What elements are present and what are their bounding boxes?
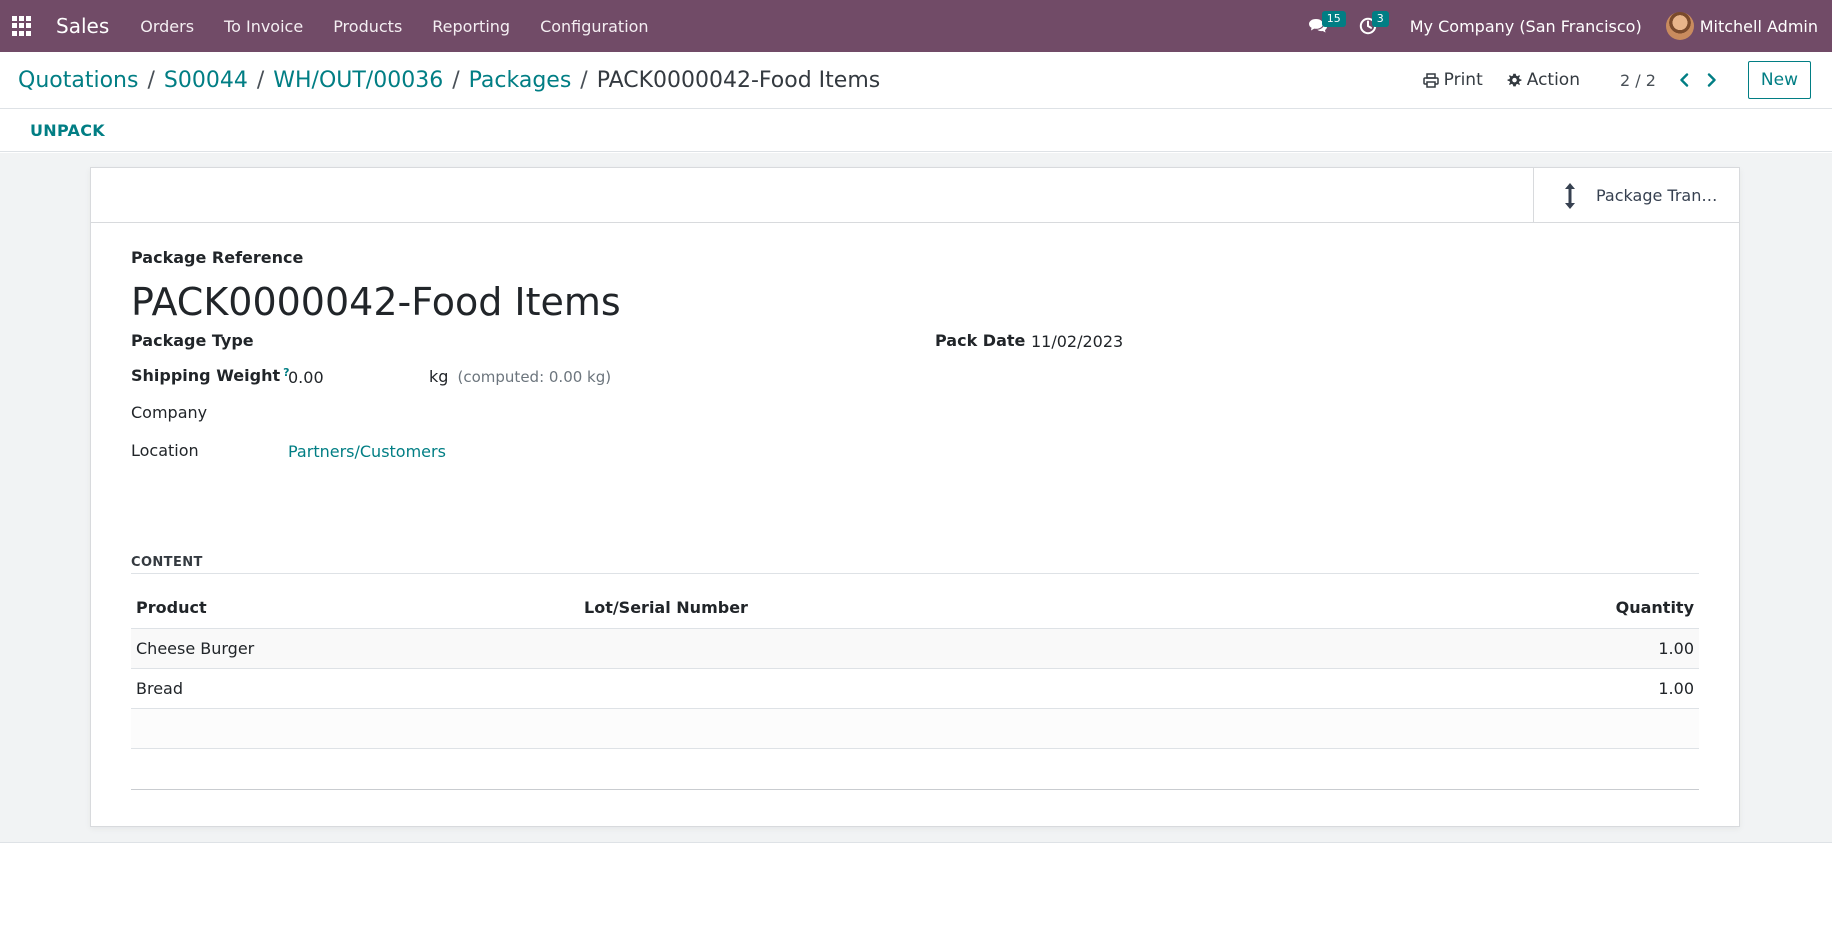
- location-label: Location: [131, 441, 199, 460]
- action-label: Action: [1526, 70, 1580, 90]
- menu-orders[interactable]: Orders: [125, 17, 209, 36]
- company-field[interactable]: [288, 403, 888, 425]
- empty-row: [131, 748, 1699, 788]
- menu-products[interactable]: Products: [318, 17, 417, 36]
- smart-button-box: Package Tran…: [91, 168, 1739, 223]
- breadcrumb-delivery[interactable]: WH/OUT/00036: [273, 68, 443, 93]
- content-section-title: CONTENT: [131, 555, 203, 570]
- cell-lot: [579, 628, 1322, 669]
- breadcrumb-quotations[interactable]: Quotations: [18, 68, 138, 93]
- printer-icon: [1422, 72, 1439, 88]
- cell-product: Bread: [131, 668, 579, 709]
- menu-to-invoice[interactable]: To Invoice: [209, 17, 318, 36]
- form-background: Package Tran… Package Reference PACK0000…: [0, 153, 1832, 843]
- user-name: Mitchell Admin: [1699, 16, 1818, 36]
- messages-count-badge: 15: [1321, 11, 1346, 27]
- activities-button[interactable]: 3: [1348, 0, 1389, 52]
- table-footer-line: [131, 789, 1699, 790]
- breadcrumb-separator: /: [580, 67, 588, 93]
- package-reference-label: Package Reference: [131, 248, 304, 267]
- gear-icon: [1507, 73, 1522, 86]
- package-type-field[interactable]: [288, 331, 888, 353]
- breadcrumb-packages[interactable]: Packages: [469, 68, 572, 93]
- package-transfers-label: Package Tran…: [1596, 186, 1718, 205]
- computed-weight: (computed: 0.00 kg): [457, 368, 612, 386]
- breadcrumb-order[interactable]: S00044: [164, 68, 248, 93]
- pack-date-label: Pack Date: [935, 331, 1026, 350]
- breadcrumb-separator: /: [452, 67, 460, 93]
- package-transfers-button[interactable]: Package Tran…: [1533, 168, 1739, 223]
- pack-date-field[interactable]: 11/02/2023: [1031, 332, 1123, 351]
- cell-lot: [579, 668, 1322, 709]
- chevron-left-icon: [1680, 73, 1689, 87]
- column-header-quantity[interactable]: Quantity: [1321, 588, 1699, 629]
- weight-unit: kg (computed: 0.00 kg): [429, 367, 611, 386]
- menu-configuration[interactable]: Configuration: [525, 17, 664, 36]
- chevron-right-icon: [1707, 73, 1716, 87]
- column-header-product[interactable]: Product: [131, 588, 579, 629]
- app-name[interactable]: Sales: [56, 14, 109, 38]
- vertical-arrows-icon: [1565, 182, 1575, 209]
- column-header-lot[interactable]: Lot/Serial Number: [579, 588, 1322, 629]
- company-switcher[interactable]: My Company (San Francisco): [1410, 17, 1642, 36]
- cell-quantity: 1.00: [1321, 668, 1699, 709]
- section-divider: [131, 573, 1699, 574]
- messages-button[interactable]: 15: [1298, 0, 1346, 52]
- action-button[interactable]: Action: [1507, 70, 1580, 90]
- control-panel: Quotations / S00044 / WH/OUT/00036 / Pac…: [0, 52, 1832, 109]
- avatar: [1665, 12, 1694, 40]
- shipping-weight-field[interactable]: 0.00: [288, 368, 418, 387]
- breadcrumb-separator: /: [147, 67, 155, 93]
- page-title: PACK0000042-Food Items: [596, 67, 881, 93]
- breadcrumb: Quotations / S00044 / WH/OUT/00036 / Pac…: [18, 68, 880, 93]
- package-type-label: Package Type: [131, 331, 254, 350]
- form-sheet: Package Tran… Package Reference PACK0000…: [90, 167, 1740, 827]
- print-button[interactable]: Print: [1422, 70, 1483, 90]
- company-label: Company: [131, 403, 208, 422]
- menu-reporting[interactable]: Reporting: [417, 17, 525, 36]
- weight-unit-label: kg: [429, 367, 449, 386]
- breadcrumb-separator: /: [256, 67, 265, 93]
- table-row[interactable]: Bread 1.00: [131, 668, 1699, 709]
- empty-row: [131, 708, 1699, 749]
- pager-next-button[interactable]: [1700, 68, 1724, 92]
- shipping-weight-label: Shipping Weight?: [131, 366, 290, 385]
- package-reference-field[interactable]: PACK0000042-Food Items: [131, 280, 621, 324]
- top-navbar: Sales Orders To Invoice Products Reporti…: [0, 0, 1832, 52]
- pager-value[interactable]: 2 / 2: [1620, 71, 1656, 90]
- new-button[interactable]: New: [1747, 61, 1811, 99]
- location-field[interactable]: Partners/Customers: [288, 442, 446, 461]
- activities-count-badge: 3: [1371, 11, 1389, 27]
- shipping-weight-label-text: Shipping Weight: [131, 366, 281, 385]
- content-table: Product Lot/Serial Number Quantity Chees…: [131, 588, 1699, 788]
- navbar-systray: 15 3 My Company (San Francisco) Mitchell…: [1298, 0, 1832, 52]
- status-bar: UNPACK: [0, 110, 1832, 152]
- cell-quantity: 1.00: [1321, 628, 1699, 669]
- table-row[interactable]: Cheese Burger 1.00: [131, 628, 1699, 669]
- control-actions: Print Action 2 / 2 New: [1422, 52, 1832, 108]
- table-header-row: Product Lot/Serial Number Quantity: [131, 588, 1699, 629]
- cell-product: Cheese Burger: [131, 628, 579, 669]
- user-menu[interactable]: Mitchell Admin: [1665, 12, 1818, 40]
- print-label: Print: [1443, 70, 1483, 90]
- apps-menu-icon[interactable]: [12, 16, 32, 36]
- unpack-button[interactable]: UNPACK: [30, 121, 105, 140]
- pager-previous-button[interactable]: [1672, 68, 1696, 92]
